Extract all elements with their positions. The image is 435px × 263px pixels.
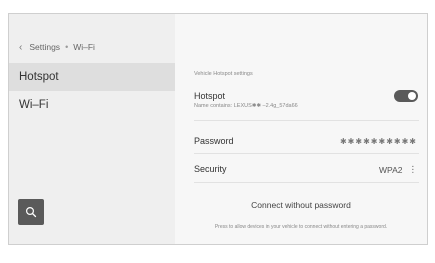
sidebar-item-wifi[interactable]: Wi–Fi [9,91,175,119]
hotspot-title: Hotspot [194,91,226,101]
sidebar-item-label: Hotspot [19,71,59,83]
infotainment-screen: ‹ Settings • Wi–Fi Hotspot Wi–Fi Vehicle… [8,13,428,245]
breadcrumb: ‹ Settings • Wi–Fi [19,40,95,54]
toggle-knob [408,92,416,100]
breadcrumb-current: Wi–Fi [73,42,95,52]
hotspot-subtitle: Name contains: LEXUS✱✱ –2.4g_57da66 [194,103,298,109]
main-panel: Vehicle Hotspot settings Hotspot Name co… [175,14,427,244]
sidebar: ‹ Settings • Wi–Fi Hotspot Wi–Fi [9,14,175,244]
search-icon [25,206,37,218]
section-label: Vehicle Hotspot settings [194,71,253,77]
back-chevron-icon[interactable]: ‹ [19,42,22,53]
breadcrumb-separator: • [65,42,69,52]
hotspot-toggle[interactable] [394,90,418,102]
connect-description: Press to allow devices in your vehicle t… [214,224,388,230]
password-value[interactable]: ✱✱✱✱✱✱✱✱✱✱ [340,137,417,146]
more-options-icon[interactable]: ⋮ [409,164,418,175]
connect-without-password-button[interactable]: Connect without password [175,200,427,210]
divider [194,153,419,154]
sidebar-item-label: Wi–Fi [19,99,49,111]
password-label: Password [194,136,234,146]
security-selector[interactable]: WPA2 ⋮ [379,164,417,175]
search-button[interactable] [18,199,44,225]
divider [194,182,419,183]
security-label: Security [194,164,227,174]
breadcrumb-root[interactable]: Settings [29,42,60,52]
sidebar-item-hotspot[interactable]: Hotspot [9,63,175,91]
security-value: WPA2 [379,164,403,175]
divider [194,120,419,121]
